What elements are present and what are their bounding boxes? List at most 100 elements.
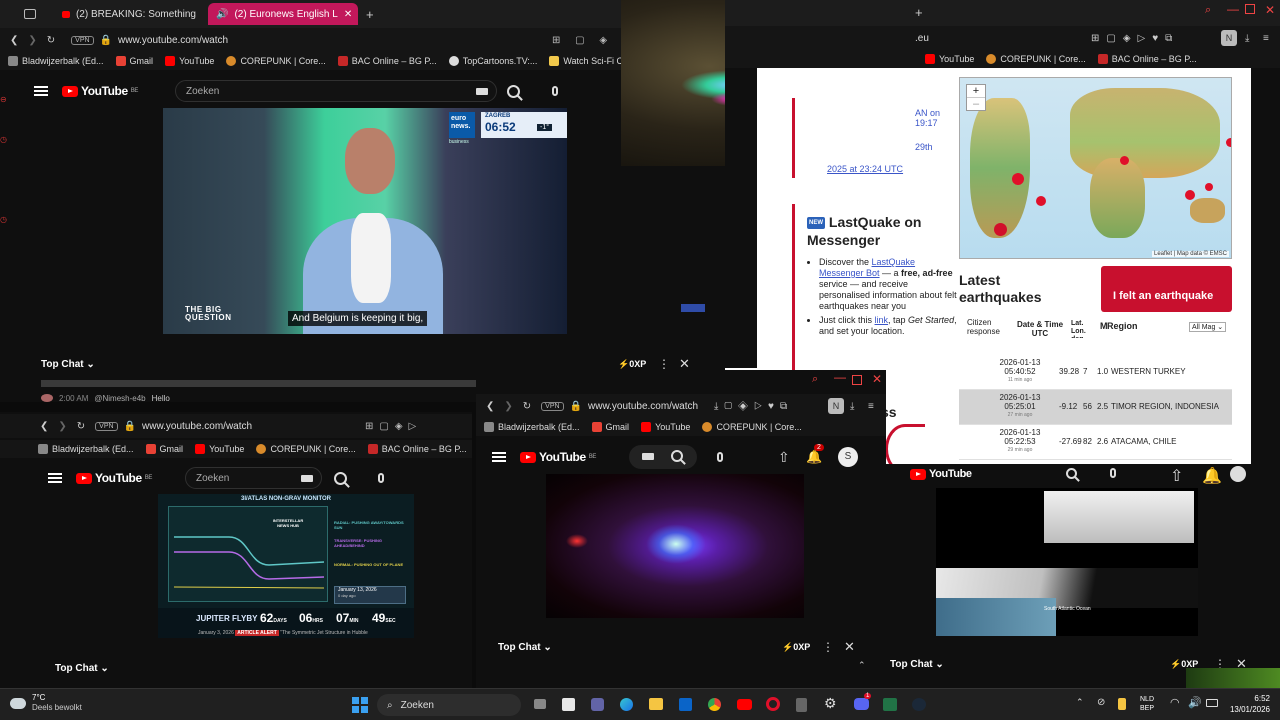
url-field[interactable]: VPN 🔒 www.youtube.com/watch [95, 421, 252, 432]
mag-filter-select[interactable]: All Mag ⌄ [1189, 322, 1227, 332]
more-options-icon[interactable]: ⋮ [822, 640, 834, 654]
keyboard-icon[interactable] [642, 453, 654, 460]
search-pill[interactable] [629, 445, 697, 469]
vpn-badge[interactable]: VPN [71, 35, 94, 45]
reload-icon[interactable]: ↻ [47, 35, 55, 46]
menu-icon[interactable] [48, 473, 62, 483]
search-input[interactable]: Zoeken [185, 467, 322, 489]
top-chat-dropdown[interactable]: Top Chat ⌄ [41, 359, 95, 370]
opera-icon[interactable] [766, 697, 780, 711]
keyboard-icon[interactable] [476, 87, 488, 95]
space-station-video[interactable]: South Atlantic Ocean [936, 488, 1198, 636]
bookmark-youtube[interactable]: YouTube [641, 422, 690, 432]
close-chat-icon[interactable]: ✕ [844, 639, 855, 655]
task-view-icon[interactable] [534, 699, 546, 709]
tray-app-icon[interactable]: ⊘ [1097, 697, 1105, 708]
table-row[interactable]: 2026-01-13 05:25:01 27 min ago -9.12 56 2.5 TI… [959, 390, 1232, 425]
bookmark-youtube[interactable]: YouTube [925, 54, 974, 64]
extension-icons[interactable]: ⊞▢◈▷♥⧉ [1091, 33, 1179, 44]
outlook-icon[interactable] [679, 698, 692, 711]
search-icon[interactable] [671, 450, 683, 462]
profile-avatar[interactable]: N [1221, 30, 1237, 46]
url-field[interactable]: VPN 🔒 www.youtube.com/watch [541, 401, 698, 412]
tray-app-icon[interactable] [1118, 698, 1126, 710]
quake-dot[interactable] [994, 223, 1007, 236]
xp-badge[interactable]: ⚡0XP [618, 359, 646, 370]
mic-icon[interactable] [717, 452, 723, 462]
search-tabs-icon[interactable]: ⌕ [1205, 4, 1211, 17]
chrome-icon[interactable] [708, 698, 721, 711]
maximize-icon[interactable] [1245, 4, 1255, 14]
bookmark-corepunk[interactable]: COREPUNK | Core... [702, 422, 802, 432]
top-chat-dropdown[interactable]: Top Chat ⌄ [498, 642, 552, 653]
teams-icon[interactable] [591, 698, 604, 711]
new-tab-button[interactable]: + [915, 5, 923, 20]
bookmark-corepunk[interactable]: COREPUNK | Core... [226, 56, 326, 66]
mic-icon[interactable] [1110, 468, 1116, 478]
more-options-icon[interactable]: ⋮ [658, 357, 670, 371]
calculator-icon[interactable] [796, 698, 807, 712]
felt-earthquake-button[interactable]: I felt an earthquake [1101, 266, 1232, 312]
bookmark-folder[interactable]: Bladwijzerbalk (Ed... [38, 444, 134, 454]
quake-dot[interactable] [1185, 190, 1195, 200]
start-button[interactable] [352, 697, 368, 713]
messenger-link[interactable]: link [875, 315, 889, 325]
zoom-out-button[interactable]: – [967, 98, 985, 110]
vpn-badge[interactable]: VPN [541, 401, 564, 411]
bookmark-bac[interactable]: BAC Online – BG P... [1097, 54, 1197, 64]
user-avatar[interactable] [1230, 466, 1246, 482]
search-icon[interactable] [334, 471, 347, 485]
excel-icon[interactable] [883, 698, 897, 711]
bookmark-bac[interactable]: BAC Online – BG P... [337, 56, 437, 66]
bookmark-folder[interactable]: Bladwijzerbalk (Ed... [8, 56, 104, 66]
sidebar-toggle-icon[interactable] [24, 9, 36, 19]
user-avatar[interactable]: S [838, 447, 858, 467]
vpn-badge[interactable]: VPN [95, 421, 118, 431]
forward-icon[interactable]: ❯ [58, 421, 66, 432]
download-icon[interactable]: ⤓ [850, 401, 854, 412]
close-window-icon[interactable]: ✕ [872, 372, 882, 386]
notifications-icon[interactable]: 🔔 [806, 449, 822, 465]
atlas-video[interactable]: 3I/ATLAS NON-GRAV MONITOR INTERSTELLAR N… [158, 494, 414, 638]
bookmark-corepunk[interactable]: COREPUNK | Core... [986, 54, 1086, 64]
youtube-logo[interactable]: YouTube [910, 468, 972, 480]
bookmark-gmail[interactable]: Gmail [115, 56, 153, 66]
battery-icon[interactable] [1206, 699, 1218, 707]
zoom-in-button[interactable]: + [967, 85, 985, 98]
back-icon[interactable]: ❮ [10, 35, 18, 46]
new-tab-button[interactable]: + [366, 7, 374, 22]
search-icon[interactable] [507, 84, 520, 98]
bookmark-folder[interactable]: Bladwijzerbalk (Ed... [484, 422, 580, 432]
tray-overflow-icon[interactable]: ⌃ [1076, 697, 1084, 708]
youtube-logo[interactable]: YouTube BE [520, 450, 596, 464]
scroll-up-icon[interactable]: ⌃ [858, 660, 866, 671]
bookmark-bac[interactable]: BAC Online – BG P... [367, 444, 467, 454]
top-chat-dropdown[interactable]: Top Chat ⌄ [890, 659, 944, 670]
search-icon[interactable] [1066, 468, 1077, 479]
xp-badge[interactable]: ⚡0XP [782, 642, 810, 653]
maximize-icon[interactable] [852, 375, 862, 385]
bookmark-corepunk[interactable]: COREPUNK | Core... [256, 444, 356, 454]
quake-dot[interactable] [1120, 156, 1129, 165]
forward-icon[interactable]: ❯ [28, 35, 36, 46]
profile-avatar[interactable]: N [828, 398, 844, 414]
map-attribution[interactable]: Leaflet | Map data © EMSC [1151, 251, 1229, 257]
close-window-icon[interactable]: ✕ [1265, 3, 1275, 17]
back-icon[interactable]: ❮ [40, 421, 48, 432]
bookmark-gmail[interactable]: Gmail [591, 422, 629, 432]
edge-icon[interactable] [620, 698, 633, 711]
download-icon[interactable]: ⤓ [1245, 33, 1249, 44]
bookmark-topcartoons[interactable]: TopCartoons.TV:... [448, 56, 537, 66]
settings-icon[interactable]: ⚙ [824, 695, 837, 712]
back-icon[interactable]: ❮ [486, 401, 494, 412]
table-row[interactable]: 2026-01-13 05:40:52 11 min ago 39.28 7 1.0 WES… [959, 355, 1232, 390]
wifi-icon[interactable]: ◠ [1170, 696, 1180, 709]
tab-breaking[interactable]: (2) BREAKING: Something [54, 3, 204, 25]
menu-icon[interactable] [34, 86, 48, 96]
bookmark-youtube[interactable]: YouTube [165, 56, 214, 66]
quake-dot[interactable] [1205, 183, 1213, 191]
top-chat-dropdown[interactable]: Top Chat ⌄ [55, 663, 109, 674]
table-row[interactable]: 2026-01-13 05:22:53 29 min ago -27.69 82 2.6 A… [959, 425, 1232, 460]
reload-icon[interactable]: ↻ [77, 421, 85, 432]
taskbar-search[interactable]: ⌕ Zoeken [377, 694, 521, 716]
